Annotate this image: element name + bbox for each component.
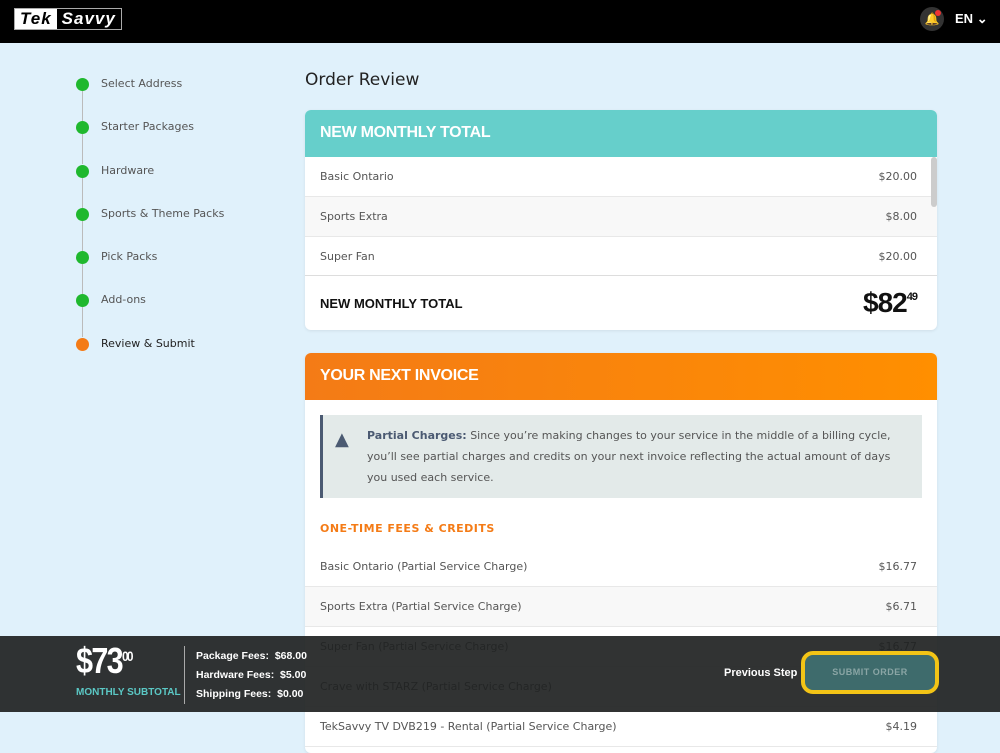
step-status-dot bbox=[76, 121, 89, 135]
step-status-dot bbox=[76, 251, 89, 265]
divider bbox=[184, 646, 185, 704]
order-footer: $7300 MONTHLY SUBTOTAL Package Fees: $68… bbox=[0, 636, 1000, 712]
step-status-dot bbox=[76, 78, 89, 91]
monthly-total-card: NEW MONTHLY TOTAL Basic Ontario $20.00 Spo… bbox=[305, 110, 937, 330]
previous-step-button[interactable]: Previous Step bbox=[724, 667, 797, 679]
total-label: NEW MONTHLY TOTAL bbox=[320, 295, 463, 311]
fees-breakdown: Package Fees: $68.00 Hardware Fees: $5.00… bbox=[196, 647, 307, 704]
fee-row: Shipping Fees: $0.00 bbox=[196, 685, 307, 704]
monthly-items-list[interactable]: Basic Ontario $20.00 Sports Extra $8.00 Supe… bbox=[305, 157, 937, 275]
monthly-subtotal-amount: $7300 bbox=[76, 640, 133, 682]
step-connector bbox=[82, 264, 83, 295]
step-label: Starter Packages bbox=[101, 120, 194, 134]
notification-bell-icon[interactable]: 🔔 bbox=[920, 7, 944, 31]
item-price: $8.00 bbox=[885, 210, 918, 223]
step-item[interactable]: Sports & Theme Packs bbox=[76, 206, 225, 251]
step-connector bbox=[82, 134, 83, 165]
teksavvy-logo[interactable]: Tek Savvy bbox=[14, 8, 122, 30]
item-price: $4.19 bbox=[885, 720, 918, 733]
step-item[interactable]: Add-ons bbox=[76, 292, 224, 338]
step-label: Pick Packs bbox=[101, 250, 158, 264]
subtotal-cents: 00 bbox=[121, 648, 133, 664]
step-item[interactable]: Pick Packs bbox=[76, 249, 224, 295]
card-heading: YOUR NEXT INVOICE bbox=[305, 353, 937, 400]
fee-row: Hardware Fees: $5.00 bbox=[196, 666, 307, 685]
step-item[interactable]: Select Address bbox=[76, 76, 224, 121]
step-connector bbox=[82, 91, 83, 121]
step-status-dot bbox=[76, 164, 89, 178]
language-label: EN bbox=[955, 11, 974, 26]
page-title: Order Review bbox=[305, 70, 420, 90]
fee-value: $5.00 bbox=[280, 669, 307, 681]
step-connector bbox=[82, 177, 83, 208]
total-dollars: $82 bbox=[863, 287, 908, 318]
step-label: Hardware bbox=[101, 163, 155, 177]
step-item[interactable]: Review & Submit bbox=[76, 336, 224, 379]
fee-value: $68.00 bbox=[274, 650, 307, 662]
monthly-total-row: NEW MONTHLY TOTAL $8249 bbox=[305, 275, 937, 330]
partial-charges-alert: ▲ Partial Charges: Since you’re making c… bbox=[320, 415, 922, 498]
step-item[interactable]: Starter Packages bbox=[76, 119, 224, 165]
language-selector[interactable]: EN ⌄ bbox=[955, 11, 988, 27]
alert-title: Partial Charges: bbox=[367, 429, 467, 442]
item-name: Sports Extra (Partial Service Charge) bbox=[320, 600, 522, 613]
step-label: Add-ons bbox=[101, 293, 146, 307]
section-heading: ONE-TIME FEES & CREDITS bbox=[320, 522, 495, 535]
fee-label: Shipping Fees: bbox=[196, 688, 272, 700]
item-name: Basic Ontario (Partial Service Charge) bbox=[320, 560, 528, 573]
step-label: Review & Submit bbox=[101, 336, 195, 350]
line-item: Super Fan $20.00 bbox=[305, 237, 937, 275]
line-item: Sports Extra $8.00 bbox=[305, 197, 937, 237]
line-item: Sports Extra (Partial Service Charge) $6.… bbox=[305, 587, 937, 627]
logo-text: Tek bbox=[15, 9, 57, 29]
warning-icon: ▲ bbox=[335, 429, 349, 450]
step-label: Select Address bbox=[101, 77, 183, 90]
item-price: $16.77 bbox=[878, 560, 918, 573]
total-amount: $8249 bbox=[863, 287, 918, 319]
monthly-subtotal-label: MONTHLY SUBTOTAL bbox=[76, 687, 181, 698]
step-item[interactable]: Hardware bbox=[76, 163, 224, 208]
line-item: TekSavvy TV DVB219 - Rental (Partial Ser… bbox=[305, 707, 937, 747]
scrollbar[interactable] bbox=[931, 157, 937, 207]
step-status-dot bbox=[76, 294, 89, 308]
fee-label: Hardware Fees: bbox=[196, 669, 275, 681]
step-connector bbox=[82, 307, 83, 338]
line-item: Basic Ontario (Partial Service Charge) $1… bbox=[305, 547, 937, 587]
progress-steps: Select Address Starter Packages Hardware Sp… bbox=[76, 76, 224, 379]
item-name: Super Fan bbox=[320, 250, 375, 263]
notification-dot bbox=[935, 10, 941, 16]
subtotal-dollars: $73 bbox=[76, 640, 124, 681]
step-connector bbox=[82, 220, 83, 251]
item-price: $20.00 bbox=[878, 170, 918, 183]
step-status-dot bbox=[76, 207, 89, 221]
card-heading: NEW MONTHLY TOTAL bbox=[305, 110, 937, 157]
step-label: Sports & Theme Packs bbox=[101, 206, 225, 220]
step-status-dot bbox=[76, 337, 89, 351]
fee-row: Package Fees: $68.00 bbox=[196, 647, 307, 666]
fee-label: Package Fees: bbox=[196, 650, 269, 662]
item-price: $20.00 bbox=[878, 250, 918, 263]
top-bar: Tek Savvy 🔔 EN ⌄ bbox=[0, 0, 1000, 43]
total-cents: 49 bbox=[906, 291, 918, 303]
item-name: Basic Ontario bbox=[320, 170, 394, 183]
item-price: $6.71 bbox=[885, 600, 918, 613]
logo-text: Savvy bbox=[56, 9, 121, 29]
item-name: TekSavvy TV DVB219 - Rental (Partial Ser… bbox=[320, 720, 617, 733]
fee-value: $0.00 bbox=[277, 688, 304, 700]
chevron-down-icon: ⌄ bbox=[976, 11, 988, 26]
submit-order-button[interactable]: SUBMIT ORDER bbox=[801, 651, 939, 694]
item-name: Sports Extra bbox=[320, 210, 388, 223]
line-item: Basic Ontario $20.00 bbox=[305, 157, 937, 197]
